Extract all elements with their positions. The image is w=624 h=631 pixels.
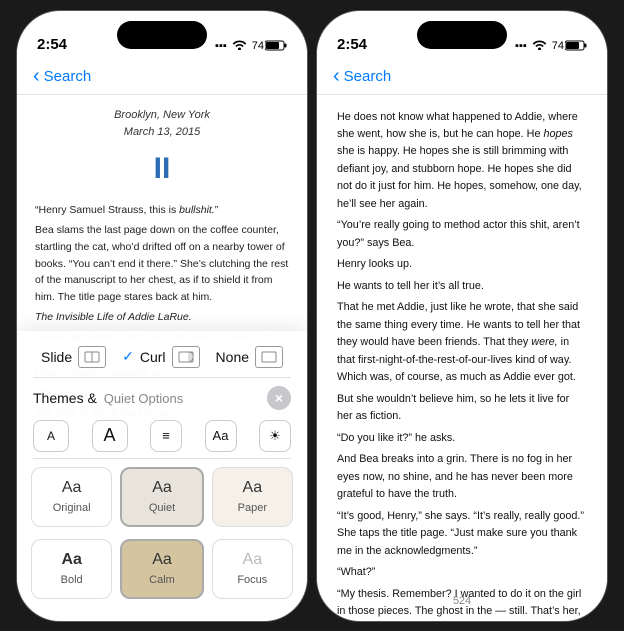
theme-quiet-aa: Aa (152, 479, 172, 497)
para-3: The Invisible Life of Addie LaRue. (35, 309, 289, 326)
theme-paper-aa: Aa (243, 479, 263, 497)
curl-icon (172, 346, 200, 368)
back-chevron-right: ‹ (333, 65, 340, 88)
theme-quiet-label: Quiet (149, 502, 175, 514)
back-label-right: Search (344, 68, 392, 85)
signal-icon: ▪▪▪ (215, 40, 227, 52)
theme-focus-aa: Aa (243, 551, 263, 569)
divider-1 (33, 377, 291, 378)
overlay-panel: Slide ✓ Curl None (17, 331, 307, 621)
themes-label: Themes & Quiet Options (33, 390, 183, 406)
page-number: 524 (317, 591, 607, 611)
time-right: 2:54 (337, 36, 367, 53)
r-para-7: “Do you like it?” he asks. (337, 430, 587, 447)
themes-cards-row-1: Aa Original Aa Quiet Aa Paper (17, 461, 307, 533)
r-para-8: And Bea breaks into a grin. There is no … (337, 451, 587, 503)
right-phone: 2:54 ▪▪▪ 74 ‹ Search (316, 10, 608, 622)
transition-none[interactable]: None (208, 339, 291, 375)
signal-icon-right: ▪▪▪ (515, 40, 527, 52)
font-small-button[interactable]: A (33, 420, 69, 452)
themes-options-row: Themes & Quiet Options × (17, 380, 307, 416)
theme-calm-label: Calm (149, 574, 175, 586)
slide-label: Slide (41, 349, 72, 365)
brightness-button[interactable]: ☀ (259, 420, 291, 452)
font-settings-icon: ≡ (162, 428, 170, 443)
wifi-icon (232, 39, 247, 53)
theme-bold-aa: Aa (61, 551, 81, 569)
font-large-label: A (103, 425, 115, 446)
theme-original-aa: Aa (62, 479, 82, 497)
font-style-button[interactable]: Aa (205, 420, 237, 452)
font-small-label: A (47, 429, 55, 443)
transition-curl[interactable]: ✓ Curl (114, 339, 207, 375)
r-para-4: He wants to tell her it’s all true. (337, 278, 587, 295)
back-button-right[interactable]: ‹ Search (333, 65, 391, 88)
theme-paper[interactable]: Aa Paper (212, 467, 293, 527)
themes-cards-row-2: Aa Bold Aa Calm Aa Focus (17, 533, 307, 605)
dynamic-island-right (417, 21, 507, 49)
para-1: “Henry Samuel Strauss, this is bullshit.… (35, 202, 289, 219)
back-button-left[interactable]: ‹ Search (33, 65, 91, 88)
quiet-options-inline: Quiet Options (104, 391, 184, 406)
theme-calm-aa: Aa (152, 551, 172, 569)
status-icons-left: ▪▪▪ 74 (215, 39, 287, 53)
font-style-icon: Aa (213, 428, 229, 443)
theme-calm[interactable]: Aa Calm (120, 539, 203, 599)
back-label-left: Search (44, 68, 92, 85)
slide-icon (78, 346, 106, 368)
para-2: Bea slams the last page down on the coff… (35, 222, 289, 306)
transition-row: Slide ✓ Curl None (17, 339, 307, 375)
screen-container: 2:54 ▪▪▪ 74 ‹ Search (16, 10, 608, 622)
wifi-icon-right (532, 39, 547, 53)
dynamic-island (117, 21, 207, 49)
theme-original-label: Original (53, 502, 91, 514)
close-button[interactable]: × (267, 386, 291, 410)
left-phone: 2:54 ▪▪▪ 74 ‹ Search (16, 10, 308, 622)
r-para-10: “What?” (337, 564, 587, 581)
battery-icon-right: 74 (552, 40, 587, 52)
book-header: Brooklyn, New YorkMarch 13, 2015 II (35, 107, 289, 193)
r-para-3: Henry looks up. (337, 256, 587, 273)
divider-2 (33, 458, 291, 459)
r-para-2: “You’re really going to method actor thi… (337, 217, 587, 252)
close-icon: × (275, 390, 283, 406)
transition-slide[interactable]: Slide (33, 339, 114, 375)
theme-focus-label: Focus (237, 574, 267, 586)
theme-original[interactable]: Aa Original (31, 467, 112, 527)
none-label: None (216, 349, 249, 365)
curl-check: ✓ (122, 348, 134, 365)
book-location: Brooklyn, New YorkMarch 13, 2015 (35, 107, 289, 142)
font-size-row: A A ≡ Aa ☀ (17, 416, 307, 456)
status-icons-right: ▪▪▪ 74 (515, 39, 587, 53)
r-para-5: That he met Addie, just like he wrote, t… (337, 299, 587, 386)
theme-focus[interactable]: Aa Focus (212, 539, 293, 599)
theme-quiet[interactable]: Aa Quiet (120, 467, 203, 527)
curl-label: Curl (140, 349, 166, 365)
back-chevron-left: ‹ (33, 65, 40, 88)
theme-bold-label: Bold (61, 574, 83, 586)
time-left: 2:54 (37, 36, 67, 53)
battery-icon: 74 (252, 40, 287, 52)
font-large-button[interactable]: A (92, 420, 128, 452)
book-content-right: He does not know what happened to Addie,… (317, 95, 607, 621)
r-para-9: “It’s good, Henry,” she says. “It’s real… (337, 508, 587, 560)
r-para-1: He does not know what happened to Addie,… (337, 109, 587, 214)
r-para-6: But she wouldn’t believe him, so he lets… (337, 391, 587, 426)
nav-bar-right: ‹ Search (317, 59, 607, 95)
book-chapter: II (35, 146, 289, 193)
nav-bar-left: ‹ Search (17, 59, 307, 95)
brightness-icon: ☀ (269, 428, 281, 444)
theme-paper-label: Paper (238, 502, 267, 514)
font-settings-button[interactable]: ≡ (150, 420, 182, 452)
none-icon (255, 346, 283, 368)
theme-bold[interactable]: Aa Bold (31, 539, 112, 599)
